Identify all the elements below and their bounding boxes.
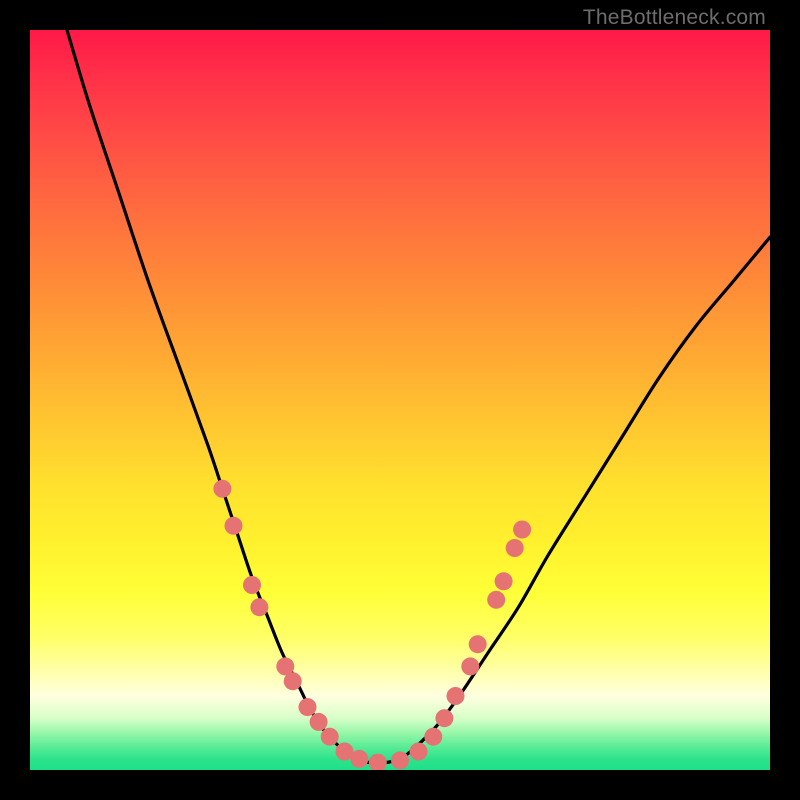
curve-marker xyxy=(369,754,387,770)
curve-marker xyxy=(350,750,368,768)
curve-markers-group xyxy=(213,480,531,770)
chart-frame xyxy=(30,30,770,770)
curve-marker xyxy=(513,521,531,539)
curve-marker xyxy=(299,698,317,716)
curve-marker xyxy=(461,657,479,675)
curve-marker xyxy=(469,635,487,653)
chart-plot-area xyxy=(30,30,770,770)
curve-marker xyxy=(506,539,524,557)
curve-marker xyxy=(424,728,442,746)
curve-marker xyxy=(391,751,409,769)
curve-marker xyxy=(321,728,339,746)
curve-marker xyxy=(435,709,453,727)
curve-marker xyxy=(495,572,513,590)
curve-marker xyxy=(310,713,328,731)
curve-marker xyxy=(213,480,231,498)
curve-marker xyxy=(487,591,505,609)
chart-svg xyxy=(30,30,770,770)
curve-marker xyxy=(284,672,302,690)
curve-marker xyxy=(243,576,261,594)
curve-marker xyxy=(250,598,268,616)
watermark-text: TheBottleneck.com xyxy=(583,6,766,30)
bottleneck-curve xyxy=(67,30,770,763)
curve-marker xyxy=(410,743,428,761)
curve-marker xyxy=(447,687,465,705)
curve-marker xyxy=(225,517,243,535)
